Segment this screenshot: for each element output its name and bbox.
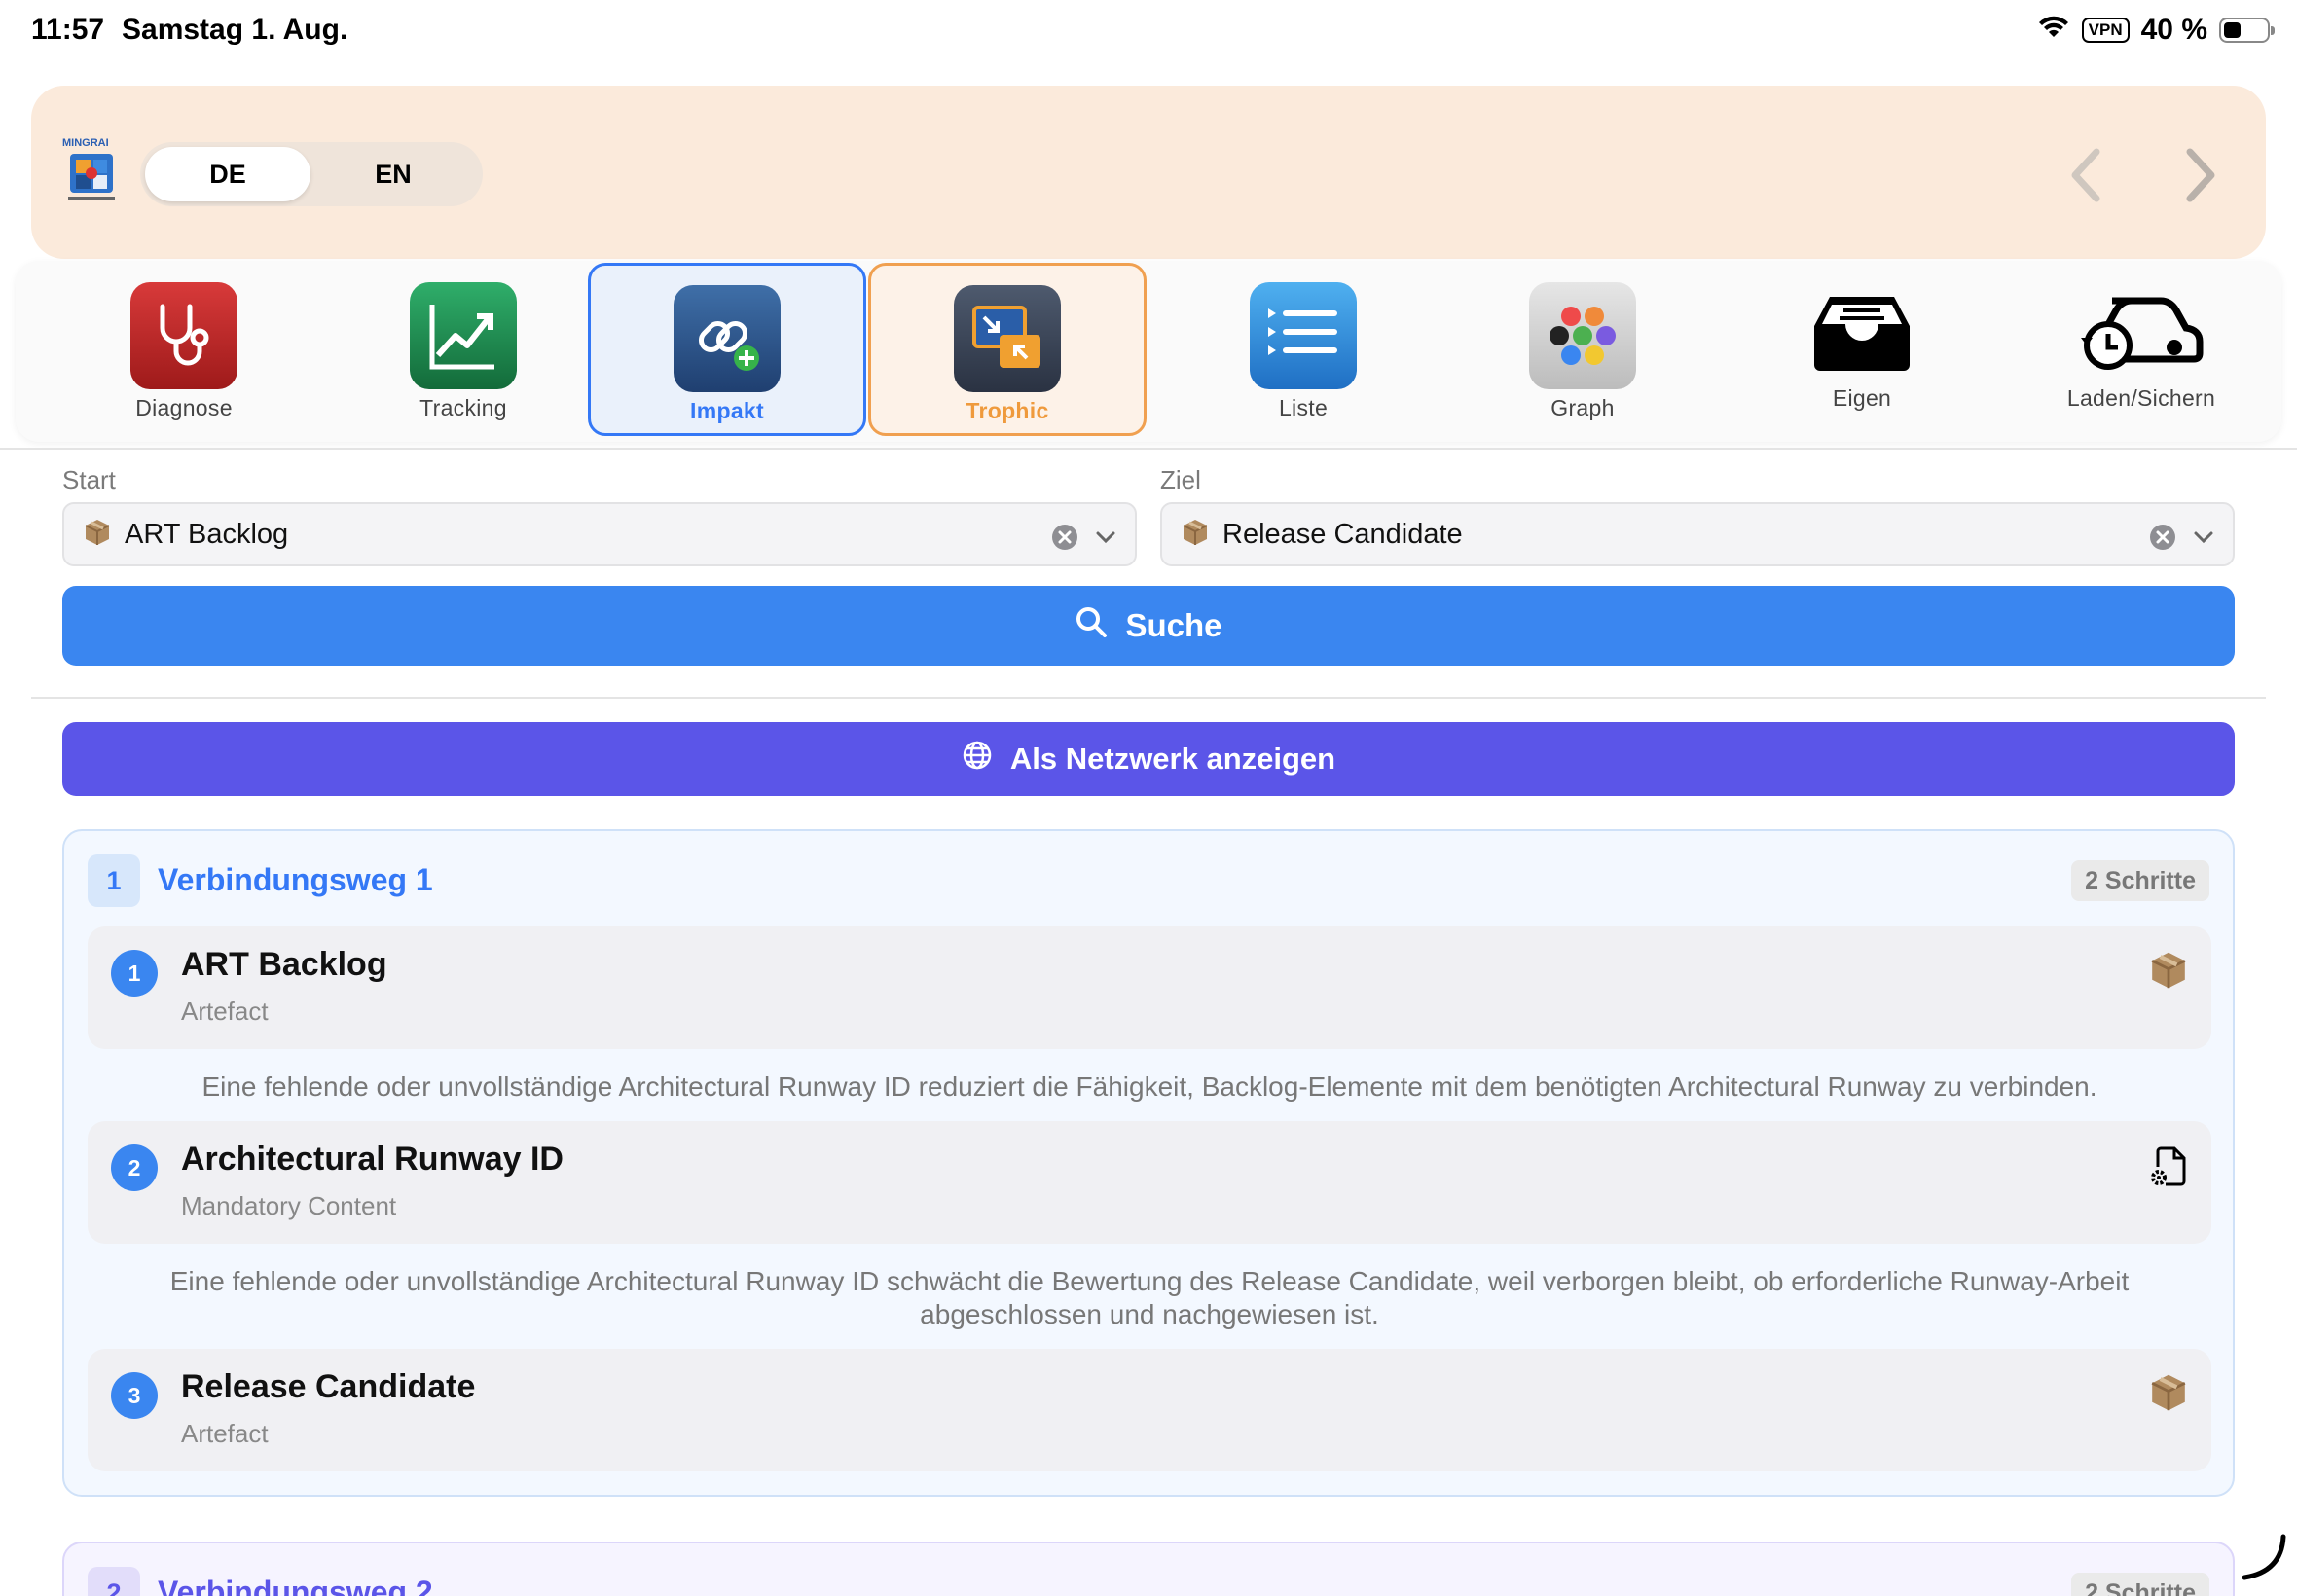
lang-de-button[interactable]: DE bbox=[145, 147, 310, 201]
list-icon bbox=[1250, 282, 1357, 389]
box-icon bbox=[84, 518, 111, 552]
chevron-down-icon[interactable] bbox=[1094, 526, 1117, 554]
wifi-icon bbox=[2037, 14, 2070, 47]
forward-button[interactable] bbox=[2159, 134, 2241, 216]
battery-fill bbox=[2224, 22, 2241, 38]
tool-eigen[interactable]: Eigen bbox=[1723, 263, 2001, 436]
chart-up-icon bbox=[410, 282, 517, 389]
path-title: Verbindungsweg 2 bbox=[158, 1575, 433, 1596]
section-divider bbox=[31, 697, 2266, 699]
resize-handle-icon[interactable] bbox=[2239, 1533, 2287, 1586]
show-network-button[interactable]: Als Netzwerk anzeigen bbox=[62, 722, 2235, 796]
step-number: 1 bbox=[111, 950, 158, 997]
path-step[interactable]: 1 ART Backlog Artefact bbox=[88, 926, 2211, 1049]
step-connector-text: Eine fehlende oder unvollständige Archit… bbox=[201, 1071, 2097, 1102]
box-icon bbox=[2149, 1372, 2188, 1418]
step-subtitle: Artefact bbox=[181, 997, 269, 1026]
path-card: 1 Verbindungsweg 1 2 Schritte 1 ART Back… bbox=[62, 829, 2235, 1497]
path-number: 1 bbox=[88, 854, 140, 907]
window-arrows-icon bbox=[954, 285, 1061, 392]
step-title: ART Backlog bbox=[181, 946, 387, 983]
chevron-right-icon bbox=[2186, 148, 2215, 202]
chevron-left-icon bbox=[2071, 148, 2100, 202]
dots-grid-icon bbox=[1529, 282, 1636, 389]
search-icon bbox=[1075, 605, 1108, 646]
start-value: ART Backlog bbox=[125, 518, 289, 550]
box-icon bbox=[1182, 518, 1209, 552]
search-button[interactable]: Suche bbox=[62, 586, 2235, 666]
tool-laden-sichern[interactable]: Laden/Sichern bbox=[2002, 263, 2280, 436]
tool-diagnose[interactable]: Diagnose bbox=[45, 263, 323, 436]
toolbar-divider bbox=[0, 448, 2297, 450]
svg-text:MINGRAI: MINGRAI bbox=[62, 137, 109, 149]
step-title: Release Candidate bbox=[181, 1368, 476, 1405]
tool-label: Tracking bbox=[419, 395, 507, 420]
status-date: Samstag 1. Aug. bbox=[122, 14, 348, 46]
clear-icon[interactable] bbox=[1051, 524, 1078, 556]
goal-value: Release Candidate bbox=[1222, 518, 1463, 550]
lang-en-button[interactable]: EN bbox=[310, 147, 476, 201]
globe-icon bbox=[962, 740, 993, 779]
step-subtitle: Mandatory Content bbox=[181, 1191, 397, 1220]
status-right: VPN 40 % bbox=[2037, 14, 2275, 47]
path-number: 2 bbox=[88, 1567, 140, 1596]
path-step[interactable]: 2 Architectural Runway ID Mandatory Cont… bbox=[88, 1121, 2211, 1244]
show-network-label: Als Netzwerk anzeigen bbox=[1009, 742, 1336, 776]
steps-badge: 2 Schritte bbox=[2071, 1573, 2209, 1596]
stethoscope-icon bbox=[130, 282, 237, 389]
vpn-badge: VPN bbox=[2081, 18, 2130, 43]
step-number: 3 bbox=[111, 1372, 158, 1419]
tool-graph[interactable]: Graph bbox=[1443, 263, 1722, 436]
chevron-down-icon[interactable] bbox=[2192, 526, 2215, 554]
tool-tracking[interactable]: Tracking bbox=[324, 263, 602, 436]
goal-label: Ziel bbox=[1160, 465, 1201, 494]
app-logo: MINGRAI bbox=[60, 136, 125, 206]
tool-label: Graph bbox=[1550, 395, 1615, 420]
path-card: 2 Verbindungsweg 2 2 Schritte bbox=[62, 1542, 2235, 1596]
clear-icon[interactable] bbox=[2149, 524, 2176, 556]
tray-icon bbox=[1808, 286, 1915, 380]
car-history-icon bbox=[2073, 286, 2209, 380]
step-title: Architectural Runway ID bbox=[181, 1141, 564, 1178]
step-number: 2 bbox=[111, 1144, 158, 1191]
doc-gear-icon bbox=[2149, 1144, 2188, 1192]
search-button-label: Suche bbox=[1125, 607, 1222, 643]
goal-select[interactable]: Release Candidate bbox=[1160, 502, 2235, 566]
tool-trophic[interactable]: Trophic bbox=[868, 263, 1147, 436]
tool-label: Laden/Sichern bbox=[2066, 385, 2216, 411]
tool-liste[interactable]: Liste bbox=[1164, 263, 1442, 436]
battery-percent: 40 % bbox=[2140, 14, 2207, 46]
battery-icon bbox=[2219, 18, 2275, 43]
start-label: Start bbox=[62, 465, 116, 494]
main-toolbar: Diagnose Tracking Impakt Trophic Liste G… bbox=[16, 261, 2281, 442]
box-icon bbox=[2149, 950, 2188, 996]
tool-label: Impakt bbox=[690, 398, 764, 423]
step-connector-text: Eine fehlende oder unvollständige Archit… bbox=[169, 1266, 2130, 1329]
status-bar: 11:57 Samstag 1. Aug. VPN 40 % bbox=[0, 0, 2297, 62]
path-step[interactable]: 3 Release Candidate Artefact bbox=[88, 1349, 2211, 1471]
start-select[interactable]: ART Backlog bbox=[62, 502, 1137, 566]
language-toggle: DE EN bbox=[140, 142, 483, 206]
tool-impakt[interactable]: Impakt bbox=[588, 263, 866, 436]
tool-label: Liste bbox=[1278, 395, 1329, 420]
path-title: Verbindungsweg 1 bbox=[158, 862, 433, 897]
status-time: 11:57 bbox=[31, 14, 105, 46]
tool-label: Eigen bbox=[1832, 385, 1892, 411]
steps-badge: 2 Schritte bbox=[2071, 860, 2209, 901]
step-subtitle: Artefact bbox=[181, 1419, 269, 1448]
app-header: MINGRAI DE EN bbox=[31, 86, 2266, 259]
back-button[interactable] bbox=[2046, 134, 2128, 216]
tool-label: Diagnose bbox=[135, 395, 233, 420]
tool-label: Trophic bbox=[966, 398, 1049, 423]
link-add-icon bbox=[674, 285, 781, 392]
